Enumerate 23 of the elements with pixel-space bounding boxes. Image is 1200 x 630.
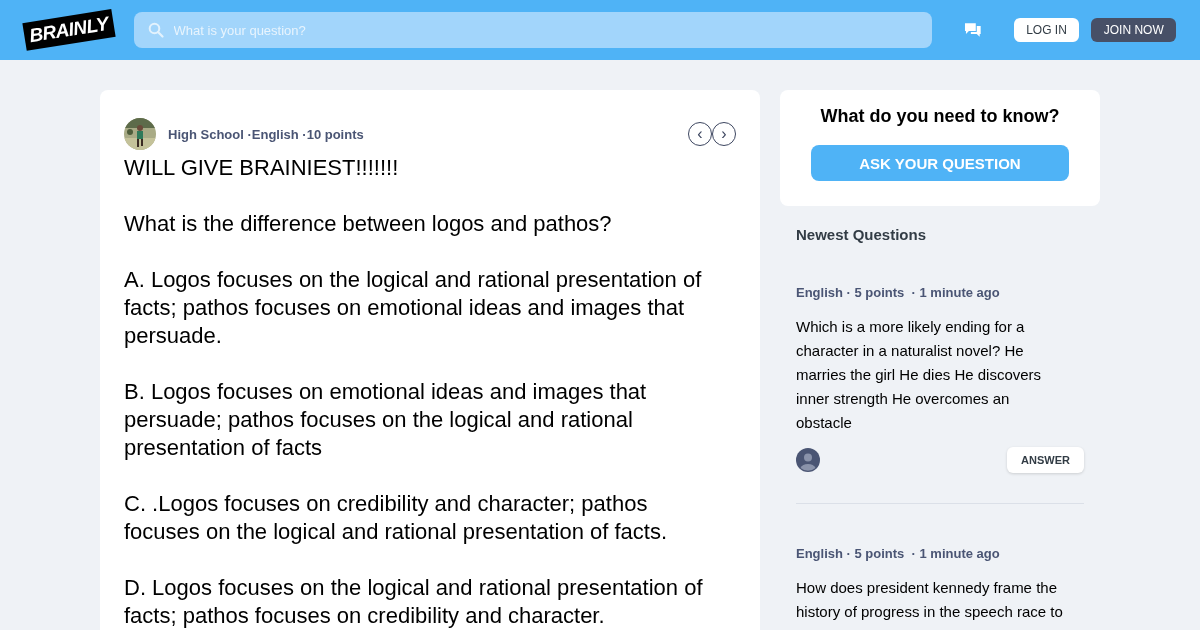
question-text: WILL GIVE BRAINIEST!!!!!!! bbox=[124, 154, 400, 182]
user-avatar-icon bbox=[796, 448, 820, 472]
question-text: What is the difference between logos and pathos? bbox=[124, 210, 613, 238]
chat-icon[interactable] bbox=[963, 22, 982, 38]
join-button[interactable]: JOIN NOW bbox=[1091, 18, 1176, 42]
question-text: A. Logos focuses on the logical and rational presentation of facts; pathos focuses on emotional ideas and images that persuade. bbox=[124, 266, 703, 350]
ask-title: What do you need to know? bbox=[820, 106, 1060, 127]
previous-button[interactable]: ‹ bbox=[688, 122, 712, 146]
login-button[interactable]: LOG IN bbox=[1013, 18, 1080, 42]
brainly-logo[interactable]: BRAINLY bbox=[22, 9, 116, 51]
question-text: C. .Logos focuses on credibility and character; pathos focuses on the logical and rational presentation of facts. bbox=[124, 490, 668, 546]
question-meta: English · 5 points · 1 minute ago bbox=[796, 285, 1000, 300]
question-text[interactable]: Which is a more likely ending for a character in a naturalist novel? He marries the girl He dies He discovers inner strength He overcomes an obstacle bbox=[796, 315, 1066, 435]
question-text: D. Logos focuses on the logical and rational presentation of facts; pathos focuses on credibility and character. bbox=[124, 574, 704, 630]
question-text[interactable]: How does president kennedy frame the history of progress in the speech race to bbox=[796, 576, 1066, 624]
question-meta: English · 5 points · 1 minute ago bbox=[796, 546, 1000, 561]
section-title: Newest Questions bbox=[795, 225, 928, 243]
question-text: B. Logos focuses on emotional ideas and images that persuade; pathos focuses on the logical and rational presentation of facts bbox=[124, 378, 648, 462]
answer-button[interactable]: ANSWER bbox=[1007, 447, 1084, 473]
question-meta: High School ·English ·10 points bbox=[168, 126, 364, 142]
search-field[interactable]: What is your question? bbox=[133, 12, 932, 48]
next-button[interactable]: › bbox=[712, 122, 736, 146]
search-icon bbox=[147, 22, 164, 38]
